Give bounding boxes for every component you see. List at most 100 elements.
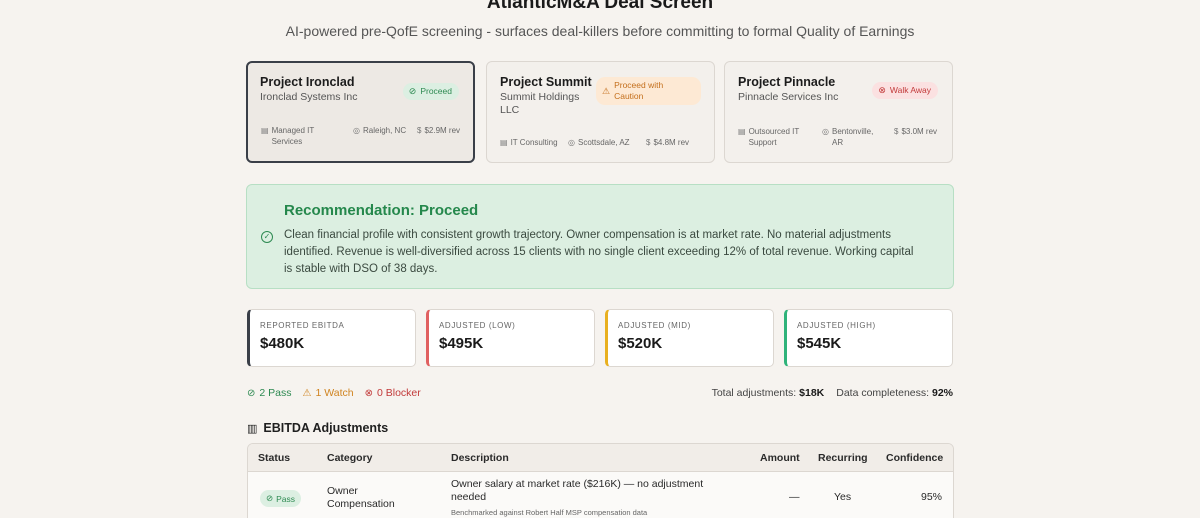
deal-card-summit[interactable]: Project Summit Summit Holdings LLC ⚠ Pro… — [486, 61, 715, 163]
column-header[interactable]: Description — [451, 452, 509, 464]
status-badge-label: Proceed with Caution — [614, 80, 664, 101]
deal-card-ironclad[interactable]: Project Ironclad Ironclad Systems Inc ⊘ … — [246, 61, 475, 163]
pass-label: 2 Pass — [259, 387, 292, 399]
deal-meta: ▤ Outsourced IT Support ◎ Bentonville, A… — [738, 126, 942, 148]
dollar-icon: $ — [417, 126, 422, 135]
warning-icon: ⚠ — [602, 85, 611, 96]
deal-meta: ▤ Managed IT Services ◎ Raleigh, NC $ $2… — [261, 125, 463, 147]
table-row[interactable]: ⊘ Pass Owner Compensation Owner salary a… — [248, 472, 953, 518]
metric-value: $520K — [618, 335, 663, 352]
map-pin-icon: ◎ — [353, 126, 360, 135]
check-circle-icon: ⊘ — [266, 493, 274, 503]
status-badge-label: Walk Away — [889, 85, 931, 95]
data-completeness-value: 92% — [931, 387, 953, 399]
building-icon: ▤ — [738, 127, 746, 136]
section-title-label: EBITDA Adjustments — [263, 421, 389, 435]
category-cell: Owner Compensation — [327, 485, 395, 510]
column-header[interactable]: Amount — [760, 452, 800, 464]
location-label: Bentonville, AR — [831, 127, 874, 147]
building-icon: ▤ — [500, 138, 508, 147]
description-text: Owner salary at market rate ($216K) — no… — [451, 478, 704, 503]
check-circle-icon: ⊘ — [408, 86, 417, 96]
status-pill-label: Pass — [276, 493, 296, 504]
deal-screen-page: AtlanticM&A Deal Screen AI-powered pre-Q… — [0, 0, 1200, 518]
deal-card-pinnacle[interactable]: Project Pinnacle Pinnacle Services Inc ⊗… — [724, 61, 953, 163]
industry: ▤ Managed IT Services — [261, 125, 345, 147]
status-badge: ⊗ Walk Away — [872, 82, 938, 99]
recommendation-panel: ✓ Recommendation: Proceed Clean financia… — [246, 184, 954, 289]
totals: Total adjustments: $18K Data completenes… — [712, 387, 953, 399]
column-header[interactable]: Confidence — [886, 452, 943, 464]
location: ◎ Scottsdale, AZ — [568, 137, 638, 148]
column-header[interactable]: Recurring — [818, 452, 868, 464]
amount-cell: — — [789, 491, 800, 503]
metric-reported-ebitda: REPORTED EBITDA $480K — [247, 309, 416, 367]
dollar-icon: $ — [894, 127, 899, 136]
status-badge-label: Proceed — [420, 86, 452, 96]
status-badge: ⊘ Proceed — [402, 83, 459, 100]
status-cell: ⊘ Pass — [260, 490, 302, 507]
app-title: AtlanticM&A Deal Screen — [486, 0, 714, 13]
industry-label: IT Consulting — [510, 138, 558, 147]
industry-label: Outsourced IT Support — [748, 127, 800, 147]
app-subtitle: AI-powered pre-QofE screening - surfaces… — [285, 23, 915, 39]
metric-adjusted-low: ADJUSTED (LOW) $495K — [426, 309, 595, 367]
bar-chart-icon: ▥ — [247, 422, 258, 435]
deal-company: Summit Holdings LLC — [500, 91, 580, 116]
location-label: Raleigh, NC — [362, 126, 407, 135]
industry-label: Managed IT Services — [271, 126, 315, 146]
data-completeness-label: Data completeness: — [836, 387, 930, 399]
revenue-label: $3.0M rev — [901, 127, 938, 136]
recommendation-body: Clean financial profile with consistent … — [284, 229, 914, 275]
warning-icon: ⚠ — [302, 387, 312, 399]
check-circle-icon: ✓ — [261, 231, 273, 243]
location: ◎ Bentonville, AR — [822, 126, 886, 148]
pass-count: ⊘ 2 Pass — [247, 387, 292, 399]
revenue: $ $4.8M rev — [646, 137, 690, 148]
metric-adjusted-high: ADJUSTED (HIGH) $545K — [784, 309, 953, 367]
table-header: Status Category Description Amount Recur… — [248, 444, 953, 472]
building-icon: ▤ — [261, 126, 269, 135]
total-adjustments: Total adjustments: $18K — [712, 387, 825, 399]
metric-value: $495K — [439, 335, 484, 352]
metric-label: ADJUSTED (HIGH) — [797, 321, 876, 330]
metric-label: REPORTED EBITDA — [260, 321, 345, 330]
metric-label: ADJUSTED (LOW) — [439, 321, 516, 330]
location-label: Scottsdale, AZ — [577, 138, 630, 147]
metric-value: $545K — [797, 335, 842, 352]
column-header[interactable]: Category — [327, 452, 373, 464]
revenue-label: $4.8M rev — [653, 138, 690, 147]
map-pin-icon: ◎ — [822, 127, 829, 136]
industry: ▤ Outsourced IT Support — [738, 126, 814, 148]
blocker-count: ⊗ 0 Blocker — [365, 387, 421, 399]
description-cell: Owner salary at market rate ($216K) — no… — [451, 478, 721, 517]
status-badge: ⚠ Proceed with Caution — [596, 77, 701, 105]
metric-adjusted-mid: ADJUSTED (MID) $520K — [605, 309, 774, 367]
column-header[interactable]: Status — [258, 452, 290, 464]
revenue: $ $2.9M rev — [417, 125, 461, 147]
revenue: $ $3.0M rev — [894, 126, 938, 148]
data-completeness: Data completeness: 92% — [836, 387, 953, 399]
status-pill: ⊘ Pass — [260, 490, 302, 507]
map-pin-icon: ◎ — [568, 138, 575, 147]
industry: ▤ IT Consulting — [500, 137, 560, 148]
description-note: Benchmarked against Robert Half MSP comp… — [451, 508, 648, 517]
recommendation-title: Recommendation: Proceed — [284, 202, 479, 219]
check-circle-icon: ⊘ — [247, 387, 256, 399]
x-circle-icon: ⊗ — [364, 387, 373, 399]
watch-count: ⚠ 1 Watch — [303, 387, 354, 399]
adjustments-table: Status Category Description Amount Recur… — [247, 443, 954, 518]
total-adjustments-value: $18K — [799, 387, 825, 399]
watch-label: 1 Watch — [315, 387, 354, 399]
recurring-cell: Yes — [834, 491, 852, 503]
dollar-icon: $ — [646, 138, 651, 147]
metric-value: $480K — [260, 335, 305, 352]
confidence-cell: 95% — [921, 491, 943, 503]
status-summary: ⊘ 2 Pass ⚠ 1 Watch ⊗ 0 Blocker — [247, 387, 421, 399]
metric-label: ADJUSTED (MID) — [618, 321, 691, 330]
deal-meta: ▤ IT Consulting ◎ Scottsdale, AZ $ $4.8M… — [500, 137, 704, 148]
section-title: ▥ EBITDA Adjustments — [247, 421, 388, 435]
blocker-label: 0 Blocker — [376, 387, 421, 399]
total-adjustments-label: Total adjustments: — [711, 387, 797, 399]
location: ◎ Raleigh, NC — [353, 125, 409, 147]
